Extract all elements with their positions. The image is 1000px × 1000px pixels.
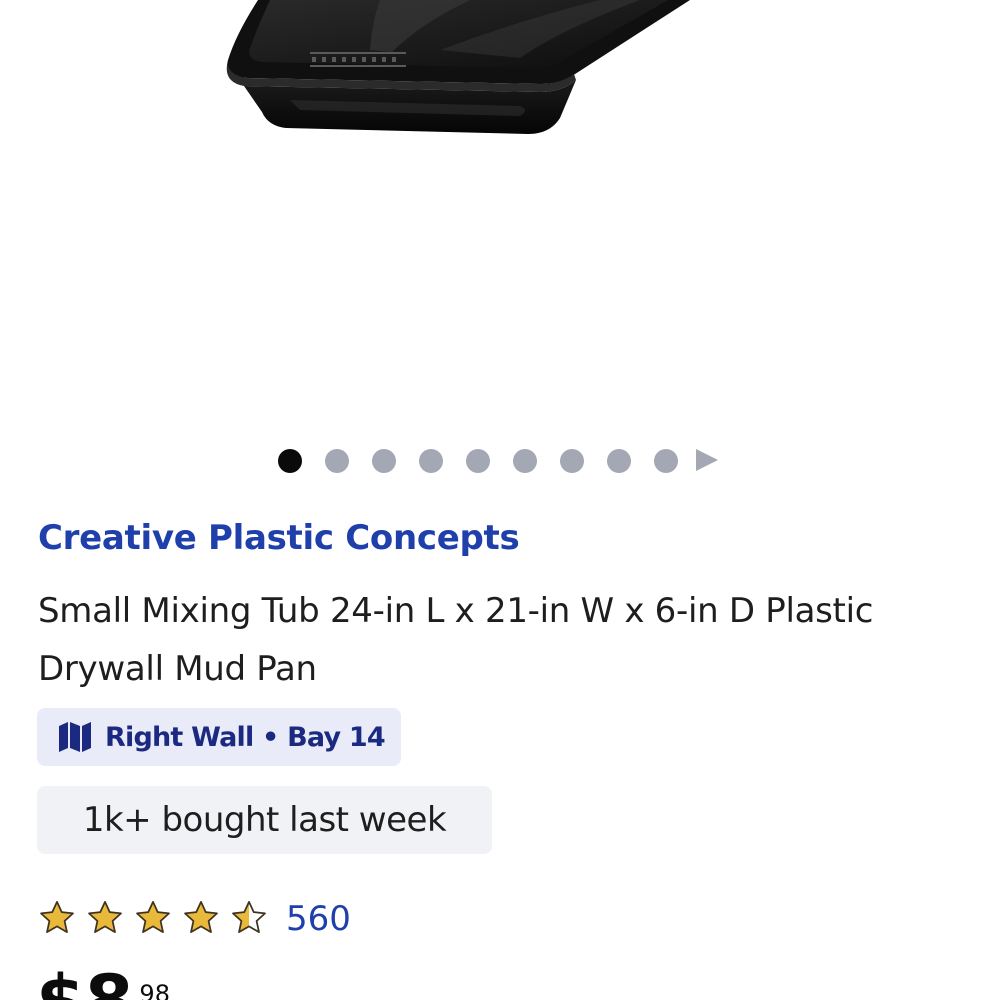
- purchase-count-text: 1k+ bought last week: [82, 800, 447, 840]
- carousel-dot-1[interactable]: [278, 449, 302, 473]
- price-dollars: $8: [36, 966, 133, 1000]
- brand-link[interactable]: Creative Plastic Concepts: [38, 518, 520, 558]
- product-image[interactable]: [0, 0, 1000, 420]
- map-icon: [59, 722, 91, 752]
- price: $8 98: [36, 960, 336, 1000]
- review-count-link[interactable]: 560: [286, 896, 351, 942]
- star-full-icon: [184, 900, 218, 933]
- carousel-dot-5[interactable]: [466, 449, 490, 473]
- carousel-dot-2[interactable]: [325, 449, 349, 473]
- star-full-icon: [136, 900, 170, 933]
- aisle-location-chip[interactable]: Right Wall • Bay 14: [37, 708, 401, 766]
- carousel-dot-6[interactable]: [513, 449, 537, 473]
- carousel-dot-9[interactable]: [654, 449, 678, 473]
- purchase-count-badge: 1k+ bought last week: [37, 786, 492, 854]
- carousel-dot-7[interactable]: [560, 449, 584, 473]
- product-title: Small Mixing Tub 24-in L x 21-in W x 6-i…: [38, 591, 874, 689]
- star-full-icon: [40, 900, 74, 933]
- carousel-dot-3[interactable]: [372, 449, 396, 473]
- price-cents: 98: [139, 980, 170, 1000]
- play-triangle-icon[interactable]: [696, 449, 718, 471]
- star-full-icon: [88, 900, 122, 933]
- carousel-dot-8[interactable]: [607, 449, 631, 473]
- star-half-icon: [232, 900, 266, 933]
- carousel-dot-4[interactable]: [419, 449, 443, 473]
- aisle-location-label: Right Wall • Bay 14: [105, 721, 386, 753]
